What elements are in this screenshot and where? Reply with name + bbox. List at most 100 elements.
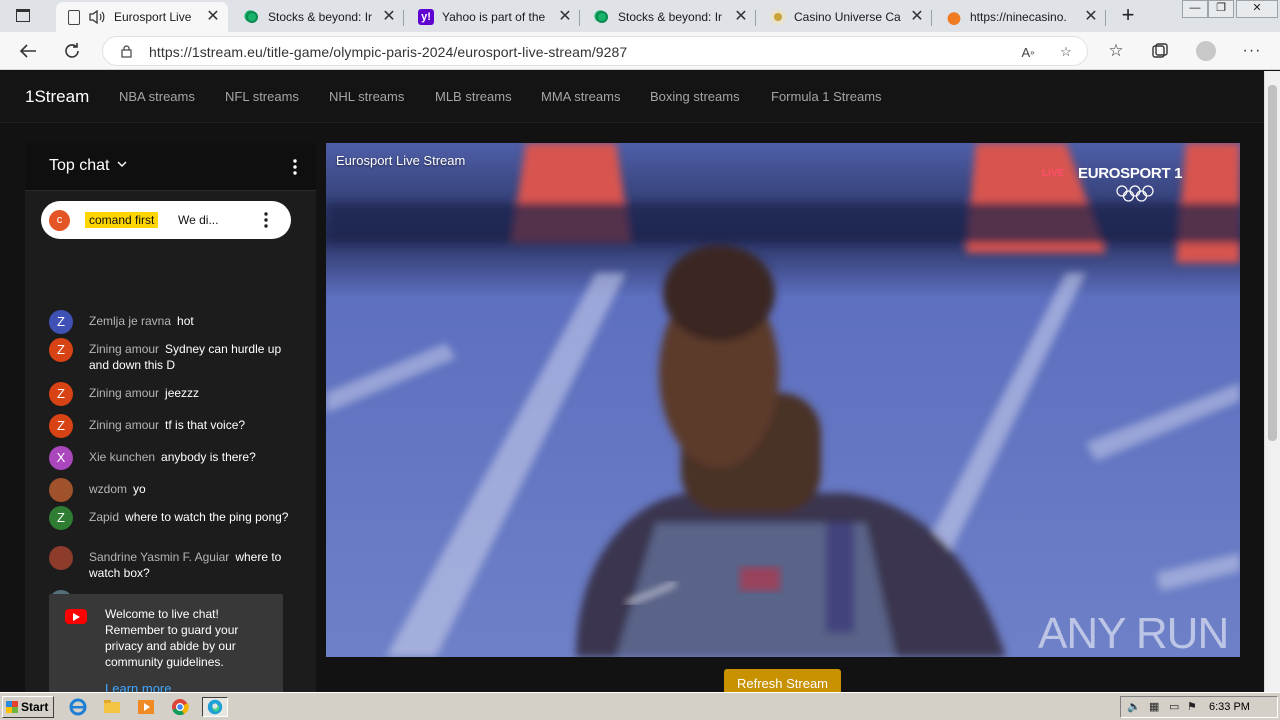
- speaker-icon[interactable]: [88, 9, 106, 25]
- start-button[interactable]: Start: [2, 696, 54, 718]
- url-text[interactable]: https://1stream.eu/title-game/olympic-pa…: [149, 44, 627, 60]
- read-aloud-icon[interactable]: A»: [1017, 41, 1039, 63]
- back-button[interactable]: [14, 38, 42, 64]
- site-logo[interactable]: 1Stream: [25, 87, 89, 107]
- chat-author-name[interactable]: Zining amour: [89, 418, 159, 432]
- tab-separator: [931, 10, 932, 26]
- more-dots-icon: ···: [1242, 42, 1262, 59]
- yahoo-icon: y!: [418, 9, 434, 25]
- avatar: Z: [49, 382, 73, 406]
- tab-stocks-2[interactable]: Stocks & beyond: Ir ✕: [582, 2, 756, 32]
- add-favorite-icon[interactable]: ☆: [1055, 41, 1077, 63]
- tab-title: Eurosport Live: [114, 10, 192, 24]
- tab-actions-icon[interactable]: [16, 9, 30, 22]
- live-badge: LIVE: [1042, 168, 1065, 179]
- tab-casino-universe[interactable]: Casino Universe Ca ✕: [758, 2, 932, 32]
- chat-author-name[interactable]: Zining amour: [89, 342, 159, 356]
- nav-mlb-streams[interactable]: MLB streams: [435, 89, 512, 104]
- chat-message-text: yo: [133, 482, 146, 496]
- internet-explorer-icon[interactable]: [68, 697, 90, 717]
- tab-separator: [1105, 10, 1106, 26]
- close-tab-icon[interactable]: ✕: [734, 9, 748, 25]
- restore-button[interactable]: ❐: [1208, 0, 1234, 18]
- chat-author-name[interactable]: Xie kunchen: [89, 450, 155, 464]
- favorites-button[interactable]: ☆: [1102, 38, 1130, 64]
- kebab-menu-icon[interactable]: [287, 157, 303, 177]
- avatar: X: [49, 446, 73, 470]
- chat-author-name[interactable]: Sandrine Yasmin F. Aguiar: [89, 550, 229, 564]
- minimize-button[interactable]: —: [1182, 0, 1208, 18]
- collections-button[interactable]: [1146, 38, 1174, 64]
- youtube-icon: [65, 609, 87, 624]
- display-icon[interactable]: ▭: [1169, 700, 1183, 714]
- profile-button[interactable]: [1192, 38, 1220, 64]
- video-player[interactable]: Eurosport Live Stream LIVE EUROSPORT 1 A…: [326, 143, 1240, 657]
- volume-icon[interactable]: 🔈: [1127, 700, 1141, 714]
- avatar: Z: [49, 310, 73, 334]
- chevron-down-icon[interactable]: [117, 159, 127, 169]
- tab-stocks-1[interactable]: Stocks & beyond: Ir ✕: [232, 2, 404, 32]
- avatar: Z: [49, 414, 73, 438]
- nav-boxing-streams[interactable]: Boxing streams: [650, 89, 740, 104]
- document-icon: [68, 9, 80, 25]
- nav-nba-streams[interactable]: NBA streams: [119, 89, 195, 104]
- learn-more-link[interactable]: Learn more: [105, 681, 171, 692]
- close-window-button[interactable]: ✕: [1236, 0, 1278, 18]
- network-icon[interactable]: ▦: [1149, 700, 1163, 714]
- chat-message-text: tf is that voice?: [165, 418, 246, 432]
- refresh-stream-button[interactable]: Refresh Stream: [724, 669, 841, 693]
- close-tab-icon[interactable]: ✕: [382, 9, 396, 25]
- clock: 6:33 PM: [1209, 701, 1250, 713]
- chat-message-text: anybody is there?: [161, 450, 256, 464]
- avatar: Z: [49, 506, 73, 530]
- close-tab-icon[interactable]: ✕: [910, 9, 924, 25]
- chat-message-body: Zining amour Sydney can hurdle up and dow…: [89, 341, 294, 373]
- pinned-message-text: We di...: [178, 213, 219, 227]
- tab-title: Yahoo is part of the: [442, 10, 546, 24]
- address-bar[interactable]: https://1stream.eu/title-game/olympic-pa…: [102, 36, 1088, 66]
- avatar: [1196, 41, 1216, 61]
- chat-author-name[interactable]: wzdom: [89, 482, 127, 496]
- kebab-menu-icon[interactable]: [261, 210, 271, 230]
- refresh-button[interactable]: [58, 38, 86, 64]
- chat-author-name[interactable]: Zapid: [89, 510, 119, 524]
- pinned-message[interactable]: c comand first We di...: [41, 201, 291, 239]
- page-scrollbar[interactable]: [1264, 71, 1280, 692]
- tab-title: Stocks & beyond: Ir: [618, 10, 723, 24]
- chrome-icon[interactable]: [170, 697, 192, 717]
- lock-icon[interactable]: [121, 45, 132, 58]
- collections-icon: [1152, 43, 1168, 58]
- nav-nfl-streams[interactable]: NFL streams: [225, 89, 299, 104]
- refresh-icon: [65, 43, 79, 58]
- chat-message-body: Zining amour jeezzz: [89, 385, 294, 401]
- tab-ninecasino[interactable]: https://ninecasino. ✕: [934, 2, 1106, 32]
- scroll-thumb[interactable]: [1268, 85, 1277, 441]
- nav-nhl-streams[interactable]: NHL streams: [329, 89, 404, 104]
- file-explorer-icon[interactable]: [102, 697, 124, 717]
- nav-formula1-streams[interactable]: Formula 1 Streams: [771, 89, 882, 104]
- anyrun-watermark: ANY RUN: [1038, 609, 1229, 657]
- site-navbar: 1Stream NBA streams NFL streams NHL stre…: [0, 71, 1264, 123]
- welcome-text: Welcome to live chat! Remember to guard …: [105, 607, 239, 669]
- chat-message-body: Zemlja je ravna hot: [89, 313, 294, 329]
- chat-author-name[interactable]: Zemlja je ravna: [89, 314, 171, 328]
- close-tab-icon[interactable]: ✕: [206, 9, 220, 25]
- edge-icon[interactable]: [202, 697, 228, 717]
- nav-mma-streams[interactable]: MMA streams: [541, 89, 620, 104]
- tab-yahoo[interactable]: y! Yahoo is part of the ✕: [406, 2, 580, 32]
- chat-author-name[interactable]: Zining amour: [89, 386, 159, 400]
- tab-separator: [579, 10, 580, 26]
- chat-message-body: wzdom yo: [89, 481, 294, 497]
- close-tab-icon[interactable]: ✕: [558, 9, 572, 25]
- settings-menu-button[interactable]: ···: [1238, 38, 1266, 64]
- green-g-icon: [594, 9, 610, 25]
- chat-mode-selector[interactable]: Top chat: [49, 157, 109, 175]
- new-tab-button[interactable]: +: [1116, 4, 1140, 28]
- media-player-icon[interactable]: [136, 697, 158, 717]
- close-tab-icon[interactable]: ✕: [1084, 9, 1098, 25]
- chat-message-text: jeezzz: [165, 386, 200, 400]
- chat-message-body: Zapid where to watch the ping pong?: [89, 509, 294, 525]
- tab-eurosport-live[interactable]: Eurosport Live ✕: [56, 2, 228, 32]
- windows-logo-icon: [6, 701, 18, 713]
- flag-icon[interactable]: ⚑: [1187, 700, 1201, 714]
